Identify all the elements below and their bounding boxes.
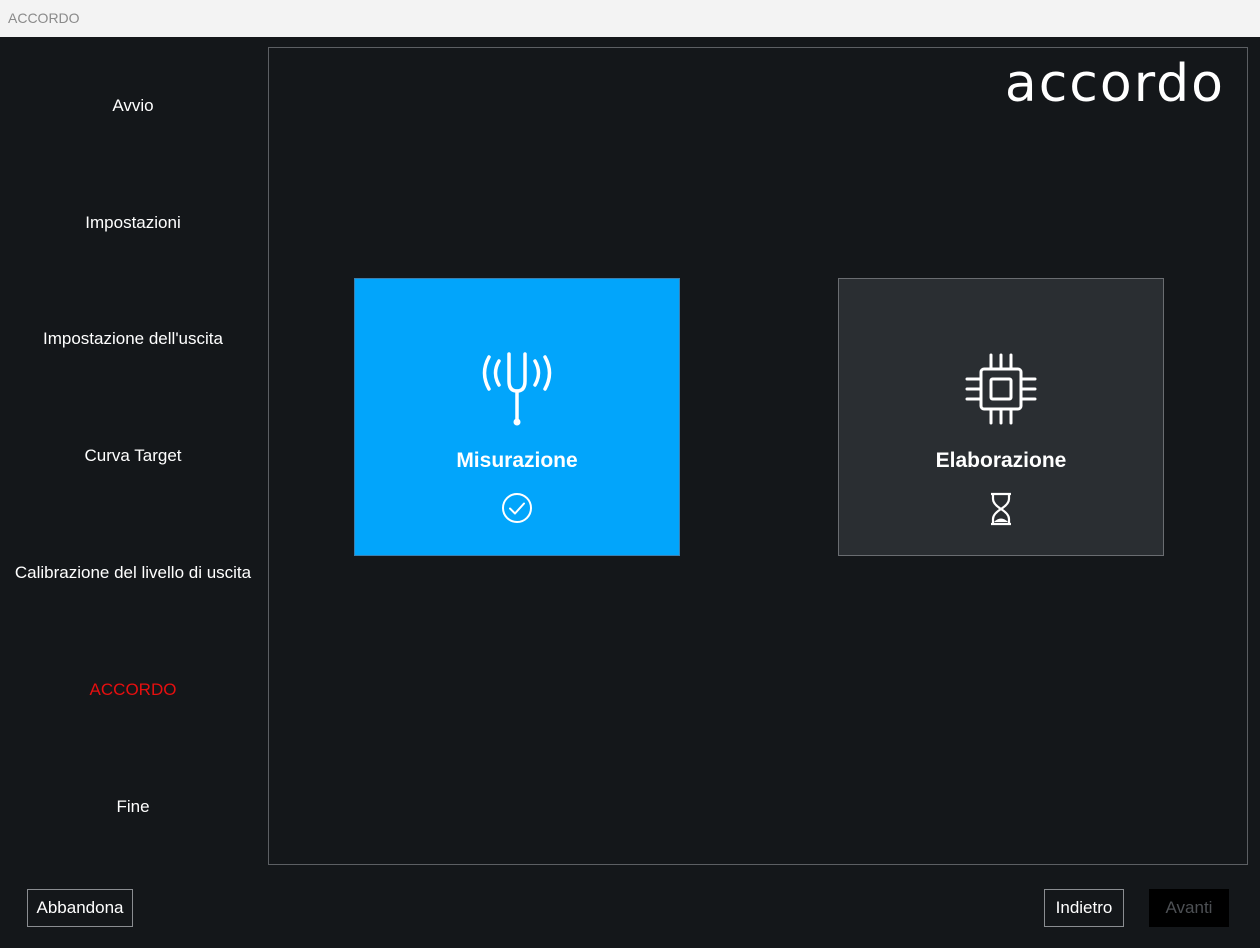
hourglass-icon	[839, 491, 1163, 527]
window-titlebar: ACCORDO	[0, 0, 1260, 37]
tile-misurazione[interactable]: Misurazione	[354, 278, 680, 556]
accordo-logo: accordo	[1004, 54, 1225, 114]
abandon-button[interactable]: Abbandona	[27, 889, 133, 927]
sidebar-item-fine[interactable]: Fine	[0, 797, 266, 817]
sidebar-item-accordo[interactable]: ACCORDO	[0, 680, 266, 700]
next-button[interactable]: Avanti	[1149, 889, 1229, 927]
tuning-fork-icon	[355, 349, 679, 429]
window-title: ACCORDO	[8, 10, 80, 26]
app-window: Avvio Impostazioni Impostazione dell'usc…	[0, 37, 1260, 948]
sidebar-item-impostazione-uscita[interactable]: Impostazione dell'uscita	[0, 329, 266, 349]
back-button[interactable]: Indietro	[1044, 889, 1124, 927]
sidebar-item-curva-target[interactable]: Curva Target	[0, 446, 266, 466]
sidebar-item-avvio[interactable]: Avvio	[0, 96, 266, 116]
sidebar-item-calibrazione[interactable]: Calibrazione del livello di uscita	[0, 563, 266, 583]
sidebar-steps: Avvio Impostazioni Impostazione dell'usc…	[0, 37, 266, 863]
check-circle-icon	[355, 491, 679, 525]
sidebar-item-impostazioni[interactable]: Impostazioni	[0, 213, 266, 233]
processor-chip-icon	[839, 349, 1163, 429]
tile-label: Misurazione	[456, 449, 578, 472]
tile-elaborazione[interactable]: Elaborazione	[838, 278, 1164, 556]
tile-label: Elaborazione	[935, 449, 1067, 472]
main-panel: accordo Misurazione Elaborazione	[268, 47, 1248, 865]
